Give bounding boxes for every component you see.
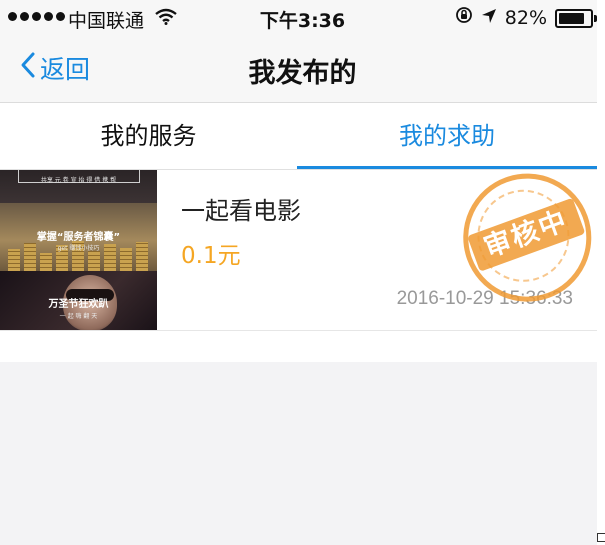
request-list: 共享 元 卷 宣 抬 得 借 携 帮 掌握“服务者锦囊” get 赚钱小技巧 万… [0,155,605,362]
item-price: 0.1元 [181,243,241,269]
battery-icon [555,9,597,28]
item-title: 一起看电影 [181,197,301,225]
status-bar: 中国联通 下午3:36 82% [0,0,605,34]
thumbnail-caption-middle: 掌握“服务者锦囊” [36,232,121,243]
tab-bar: 我的服务 我的求助 [0,103,605,170]
location-arrow-icon [481,7,497,29]
navigation-bar: 返回 我发布的 [0,34,605,103]
thumbnail-caption-bottom: 万圣节狂欢趴 [48,299,109,310]
thumbnail-caption-bottom-sub: 一 起 嗨 翻 天 [59,313,98,320]
corner-marker [597,533,605,542]
battery-percent: 82% [504,6,547,29]
tab-my-services[interactable]: 我的服务 [0,103,297,169]
item-thumbnail: 共享 元 卷 宣 抬 得 借 携 帮 掌握“服务者锦囊” get 赚钱小技巧 万… [0,170,157,330]
tab-my-requests[interactable]: 我的求助 [297,103,597,169]
thumbnail-caption-middle-sub: get 赚钱小技巧 [57,245,100,252]
page-title: 我发布的 [248,58,357,89]
right-edge-strip [597,0,605,545]
rotation-lock-icon [455,6,473,29]
list-item[interactable]: 共享 元 卷 宣 抬 得 借 携 帮 掌握“服务者锦囊” get 赚钱小技巧 万… [0,155,605,331]
thumbnail-caption-top: 共享 元 卷 宣 抬 得 借 携 帮 [40,177,117,184]
